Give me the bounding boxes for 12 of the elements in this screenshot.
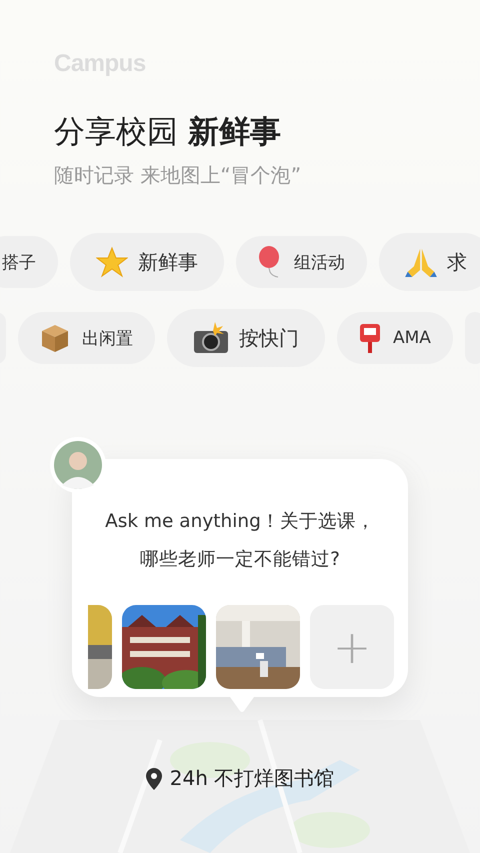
- category-chip[interactable]: 组活动: [236, 236, 367, 288]
- category-chip[interactable]: 新鲜事: [70, 233, 224, 291]
- category-chip[interactable]: AMA: [337, 312, 453, 364]
- category-chip[interactable]: 出闲置: [18, 312, 155, 364]
- subtitle: 随时记录 来地图上“冒个泡”: [54, 162, 302, 189]
- category-chip[interactable]: 搭子: [0, 236, 58, 288]
- category-chip[interactable]: 按快门: [167, 309, 325, 367]
- location-label: 24h 不打烊图书馆: [170, 765, 334, 792]
- post-text: Ask me anything！关于选课，: [105, 510, 375, 534]
- category-chip[interactable]: 求: [379, 233, 480, 291]
- post-text: 哪些老师一定不能错过?: [140, 548, 340, 572]
- headline: 分享校园 新鲜事: [54, 113, 281, 152]
